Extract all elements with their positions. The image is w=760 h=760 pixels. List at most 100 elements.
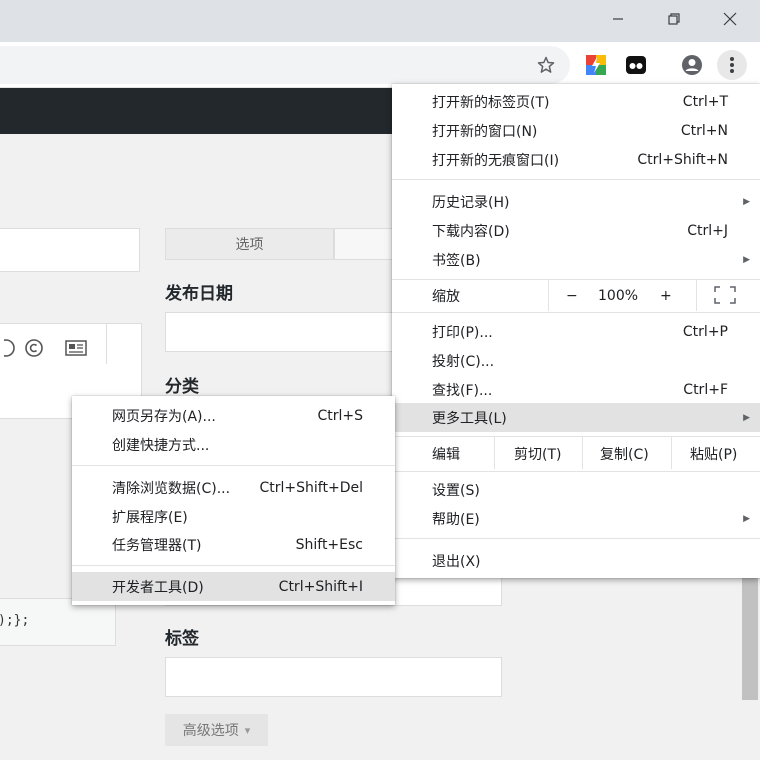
tab-options[interactable]: 选项 [165,228,334,260]
options-tabs: 选项 [165,228,395,260]
menu-item-label: 清除浏览数据(C)... [112,481,231,497]
menu-item-print[interactable]: 打印(P)... Ctrl+P [392,318,760,346]
window-titlebar [0,0,760,42]
menu-separator [392,471,760,472]
menu-item-settings[interactable]: 设置(S) [392,476,760,504]
menu-item-clear-data[interactable]: 清除浏览数据(C)... Ctrl+Shift+Del [72,474,395,502]
menu-item-shortcut: Ctrl+Shift+Del [259,480,363,496]
newspaper-icon[interactable] [64,338,88,363]
menu-item-label: 书签(B) [432,253,481,269]
menu-separator [392,179,760,180]
menu-item-label: 查找(F)... [432,383,493,399]
menu-item-find[interactable]: 查找(F)... Ctrl+F [392,376,760,404]
extension-icon[interactable] [621,50,651,80]
menu-item-label: 创建快捷方式... [112,438,210,454]
menu-item-shortcut: Ctrl+F [683,382,728,398]
menu-item-bookmarks[interactable]: 书签(B) ▶ [392,246,760,274]
scrollbar-thumb[interactable] [742,564,758,700]
menu-item-create-shortcut[interactable]: 创建快捷方式... [72,431,395,459]
menu-item-label: 网页另存为(A)... [112,409,216,425]
address-bar[interactable] [0,46,570,84]
profile-icon[interactable] [677,50,707,80]
minimize-icon[interactable] [590,0,646,38]
circle-icon[interactable] [4,338,16,363]
menu-item-shortcut: Shift+Esc [295,537,363,553]
menu-item-help[interactable]: 帮助(E) ▶ [392,505,760,533]
menu-item-new-incognito[interactable]: 打开新的无痕窗口(I) Ctrl+Shift+N [392,146,760,174]
tab-second[interactable] [334,228,395,260]
menu-item-dev-tools[interactable]: 开发者工具(D) Ctrl+Shift+I [72,572,395,601]
menu-item-label: 打印(P)... [432,325,493,341]
browser-toolbar [0,42,760,88]
menu-item-shortcut: Ctrl+Shift+N [637,152,728,168]
tags-input[interactable] [165,657,502,697]
zoom-in-button[interactable]: + [660,288,672,304]
category-title: 分类 [165,377,199,397]
fullscreen-icon[interactable] [714,286,736,308]
cut-button[interactable]: 剪切(T) [514,444,561,464]
chevron-right-icon: ▶ [743,255,750,265]
menu-item-label: 打开新的窗口(N) [432,124,538,140]
menu-item-save-page[interactable]: 网页另存为(A)... Ctrl+S [72,402,395,430]
menu-item-more-tools[interactable]: 更多工具(L) ▶ [392,403,760,432]
kebab-menu-icon[interactable] [717,50,747,80]
menu-item-label: 历史记录(H) [432,195,510,211]
menu-item-shortcut: Ctrl+P [682,324,728,340]
menu-separator [72,565,395,566]
zoom-divider [548,279,549,311]
caret-down-icon: ▾ [244,723,251,737]
zoom-out-button[interactable]: − [566,288,578,304]
menu-item-label: 下载内容(D) [432,224,510,240]
copy-button[interactable]: 复制(C) [600,444,649,464]
menu-item-extensions[interactable]: 扩展程序(E) [72,503,395,531]
menu-item-label: 设置(S) [432,483,480,499]
star-icon[interactable] [531,50,561,80]
menu-item-label: 打开新的无痕窗口(I) [432,153,560,169]
menu-item-shortcut: Ctrl+T [682,94,728,110]
advanced-options-button[interactable]: 高级选项 ▾ [165,714,268,746]
menu-item-label: 帮助(E) [432,512,480,528]
menu-item-new-tab[interactable]: 打开新的标签页(T) Ctrl+T [392,88,760,116]
advanced-options-label: 高级选项 [182,723,239,739]
tags-title: 标签 [165,629,199,649]
menu-item-label: 打开新的标签页(T) [432,95,550,111]
zoom-label: 缩放 [432,289,460,305]
menu-separator [72,465,395,466]
toolbar-divider [106,324,107,364]
menu-item-label: 更多工具(L) [432,410,507,427]
menu-item-shortcut: Ctrl+J [687,223,728,239]
menu-item-history[interactable]: 历史记录(H) ▶ [392,188,760,216]
copyright-icon[interactable] [24,338,44,363]
menu-separator [392,436,760,437]
chevron-right-icon: ▶ [743,412,750,423]
edit-divider [671,437,672,469]
restore-icon[interactable] [646,0,702,38]
close-icon[interactable] [702,0,758,38]
menu-item-shortcut: Ctrl+N [680,123,728,139]
menu-edit-row: 编辑 剪切(T) 复制(C) 粘贴(P) [392,437,760,469]
paste-button[interactable]: 粘贴(P) [690,444,737,464]
publish-date-title: 发布日期 [165,284,233,304]
menu-item-shortcut: Ctrl+Shift+I [278,578,363,595]
menu-item-label: 投射(C)... [432,354,495,370]
menu-separator [392,538,760,539]
menu-item-label: 退出(X) [432,554,481,570]
menu-item-new-window[interactable]: 打开新的窗口(N) Ctrl+N [392,117,760,145]
menu-item-exit[interactable]: 退出(X) [392,547,760,575]
menu-item-task-manager[interactable]: 任务管理器(T) Shift+Esc [72,531,395,559]
edit-divider [494,437,495,469]
title-input[interactable] [0,228,140,272]
more-tools-submenu: 网页另存为(A)... Ctrl+S 创建快捷方式... 清除浏览数据(C)..… [72,396,395,605]
chevron-right-icon: ▶ [743,197,750,207]
menu-separator [392,312,760,313]
chrome-main-menu: 打开新的标签页(T) Ctrl+T 打开新的窗口(N) Ctrl+N 打开新的无… [392,84,760,578]
zoom-divider [696,279,697,311]
code-snippet: );}; [0,598,116,646]
menu-item-downloads[interactable]: 下载内容(D) Ctrl+J [392,217,760,245]
zoom-value: 100% [598,288,639,304]
menu-item-label: 开发者工具(D) [112,579,204,596]
extension-icon[interactable] [581,50,611,80]
menu-item-cast[interactable]: 投射(C)... [392,347,760,375]
menu-separator [392,279,760,280]
menu-zoom-row: 缩放 − 100% + [392,279,760,311]
